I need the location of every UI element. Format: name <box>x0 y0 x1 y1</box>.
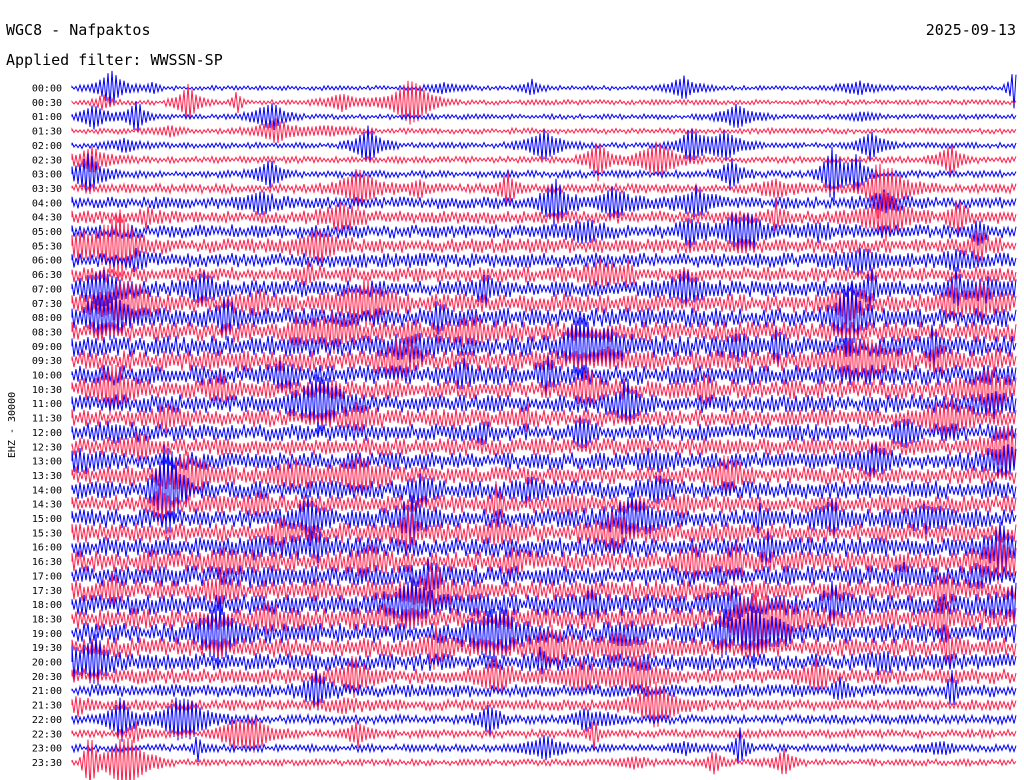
tick-label-0430: 04:30 <box>32 213 62 224</box>
tick-label-2030: 20:30 <box>32 672 62 683</box>
tick-label-1030: 10:30 <box>32 385 62 396</box>
tick-label-0930: 09:30 <box>32 356 62 367</box>
trace-2300 <box>71 727 1017 764</box>
trace-group <box>71 70 1017 780</box>
trace-0700 <box>71 266 1017 309</box>
tick-label-2200: 22:00 <box>32 715 62 726</box>
tick-label-2000: 20:00 <box>32 658 62 669</box>
tick-label-0000: 00:00 <box>32 84 62 95</box>
time-tick-labels: 00:00 00:30 01:00 01:30 02:00 02:30 03:00 03:30… <box>32 84 62 769</box>
tick-label-0900: 09:00 <box>32 342 62 353</box>
tick-label-1930: 19:30 <box>32 643 62 654</box>
tick-label-1130: 11:30 <box>32 414 62 425</box>
tick-label-0300: 03:00 <box>32 170 62 181</box>
tick-label-0030: 00:30 <box>32 98 62 109</box>
tick-label-1800: 18:00 <box>32 600 62 611</box>
tick-label-1630: 16:30 <box>32 557 62 568</box>
tick-label-1100: 11:00 <box>32 399 62 410</box>
tick-label-1200: 12:00 <box>32 428 62 439</box>
filter-label: Applied filter: WWSSN-SP <box>6 51 223 69</box>
tick-label-0200: 02:00 <box>32 141 62 152</box>
tick-label-1900: 19:00 <box>32 629 62 640</box>
tick-label-0630: 06:30 <box>32 270 62 281</box>
trace-1430 <box>71 481 1017 526</box>
tick-label-2230: 22:30 <box>32 729 62 740</box>
tick-label-1400: 14:00 <box>32 485 62 496</box>
tick-label-2100: 21:00 <box>32 686 62 697</box>
tick-label-1600: 16:00 <box>32 543 62 554</box>
tick-label-0330: 03:30 <box>32 184 62 195</box>
tick-label-0100: 01:00 <box>32 112 62 123</box>
tick-label-1330: 13:30 <box>32 471 62 482</box>
tick-label-2130: 21:30 <box>32 701 62 712</box>
tick-label-1830: 18:30 <box>32 614 62 625</box>
tick-label-0400: 04:00 <box>32 198 62 209</box>
tick-label-1230: 12:30 <box>32 442 62 453</box>
tick-label-1000: 10:00 <box>32 371 62 382</box>
helicorder-plot: WGC8 - Nafpaktos 2025-09-13 Applied filt… <box>6 21 1017 780</box>
tick-label-0700: 07:00 <box>32 284 62 295</box>
station-title: WGC8 - Nafpaktos <box>6 21 151 39</box>
tick-label-1700: 17:00 <box>32 571 62 582</box>
trace-0100 <box>71 101 1017 132</box>
tick-label-0600: 06:00 <box>32 256 62 267</box>
tick-label-0530: 05:30 <box>32 241 62 252</box>
tick-label-0730: 07:30 <box>32 299 62 310</box>
tick-label-0830: 08:30 <box>32 327 62 338</box>
y-axis-label: EHZ - 30000 <box>7 392 18 458</box>
tick-label-0230: 02:30 <box>32 155 62 166</box>
tick-label-2300: 23:00 <box>32 744 62 755</box>
tick-label-2330: 23:30 <box>32 758 62 769</box>
tick-label-0500: 05:00 <box>32 227 62 238</box>
tick-label-1530: 15:30 <box>32 528 62 539</box>
tick-label-0800: 08:00 <box>32 313 62 324</box>
tick-label-1300: 13:00 <box>32 457 62 468</box>
tick-label-0130: 01:30 <box>32 127 62 138</box>
date-label: 2025-09-13 <box>926 21 1016 39</box>
tick-label-1430: 14:30 <box>32 500 62 511</box>
tick-label-1730: 17:30 <box>32 586 62 597</box>
trace-2330 <box>71 737 1017 780</box>
tick-label-1500: 15:00 <box>32 514 62 525</box>
